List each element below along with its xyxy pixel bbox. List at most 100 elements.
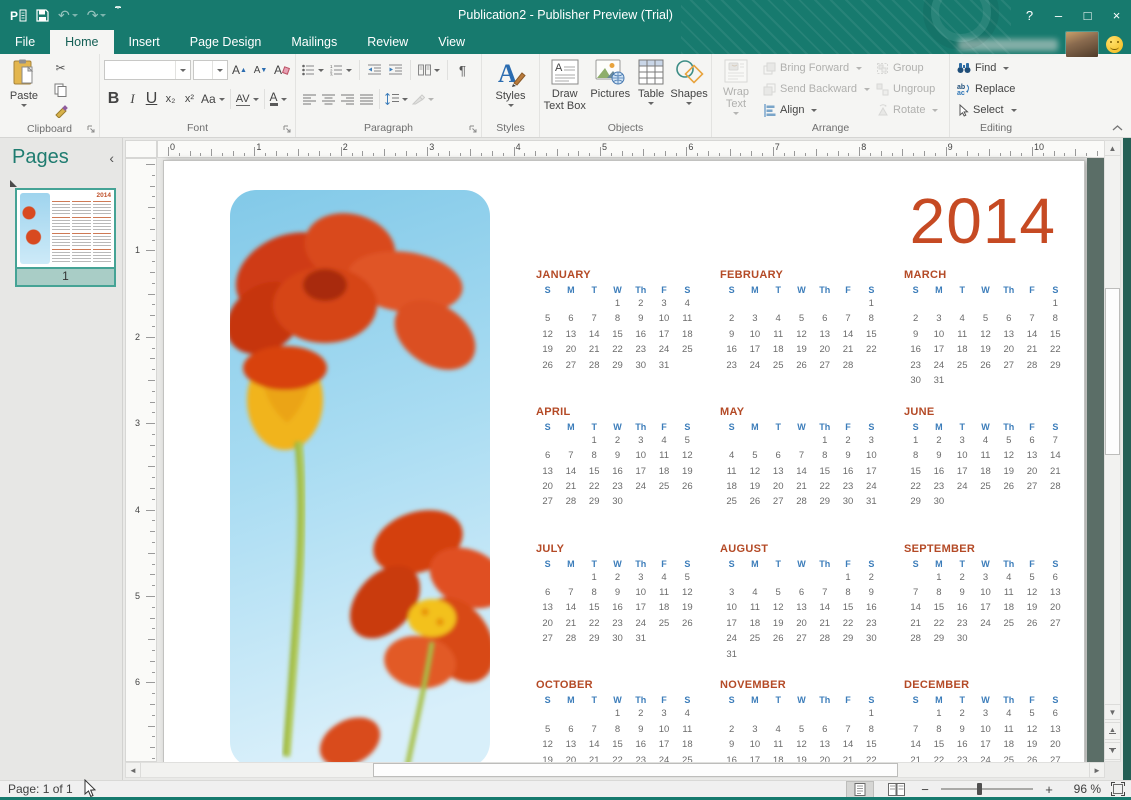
horizontal-scrollbar-thumb[interactable] <box>373 763 898 777</box>
collapse-pages-panel-icon[interactable]: ‹ <box>109 150 114 166</box>
tab-home[interactable]: Home <box>50 30 113 54</box>
font-dialog-launcher-icon[interactable] <box>283 125 292 134</box>
save-button[interactable] <box>36 0 49 30</box>
select-dropdown-icon[interactable] <box>1011 109 1017 112</box>
special-characters-button[interactable]: ¶ <box>453 59 472 81</box>
styles-button[interactable]: A Styles <box>487 57 535 121</box>
paste-button[interactable]: Paste <box>3 57 45 122</box>
styles-dropdown-icon[interactable] <box>508 104 514 107</box>
collapse-ribbon-icon[interactable] <box>1112 125 1123 131</box>
redo-button[interactable]: ↷ <box>87 0 107 30</box>
shrink-font-button[interactable]: A▼ <box>251 59 270 81</box>
scroll-right-button[interactable]: ► <box>1089 762 1105 778</box>
vertical-scrollbar-thumb[interactable] <box>1105 288 1120 455</box>
zoom-out-button[interactable]: − <box>919 782 931 797</box>
zoom-slider[interactable] <box>941 788 1033 790</box>
character-spacing-button[interactable]: AV <box>234 88 261 110</box>
underline-button[interactable]: U <box>142 88 161 110</box>
tab-insert[interactable]: Insert <box>114 30 175 54</box>
bullets-dropdown-icon[interactable] <box>318 69 324 72</box>
calendar-year-title[interactable]: 2014 <box>910 189 1056 253</box>
flower-photo[interactable] <box>230 190 490 764</box>
increase-indent-button[interactable] <box>386 59 405 81</box>
copy-button[interactable] <box>49 79 72 100</box>
pictures-button[interactable]: Pictures <box>589 57 633 121</box>
font-size-combobox[interactable] <box>193 60 228 80</box>
minimize-button[interactable]: – <box>1044 0 1073 30</box>
align-center-button[interactable] <box>319 88 338 110</box>
borders-dropdown-icon[interactable] <box>428 98 434 101</box>
vertical-ruler[interactable]: 1234567 <box>125 158 157 762</box>
scroll-up-button[interactable]: ▲ <box>1104 140 1121 156</box>
grow-font-button[interactable]: A▲ <box>230 59 249 81</box>
bullets-button[interactable] <box>300 59 326 81</box>
zoom-in-button[interactable]: + <box>1043 782 1055 797</box>
select-button[interactable]: Select <box>957 100 1017 120</box>
help-button[interactable]: ? <box>1015 0 1044 30</box>
horizontal-ruler[interactable]: 012345678910 <box>157 140 1121 158</box>
tab-review[interactable]: Review <box>352 30 423 54</box>
table-button[interactable]: Table <box>634 57 668 121</box>
send-backward-button[interactable]: Send Backward <box>763 79 870 99</box>
find-dropdown-icon[interactable] <box>1003 67 1009 70</box>
shapes-dropdown-icon[interactable] <box>686 102 692 105</box>
columns-button[interactable] <box>416 59 442 81</box>
customize-quick-access-button[interactable] <box>115 0 121 30</box>
zoom-level[interactable]: 96 % <box>1065 782 1101 796</box>
tab-page-design[interactable]: Page Design <box>175 30 277 54</box>
line-spacing-button[interactable] <box>383 88 410 110</box>
tab-view[interactable]: View <box>423 30 480 54</box>
cut-button[interactable]: ✂ <box>49 57 72 78</box>
wrap-text-button[interactable]: Wrap Text <box>715 57 757 121</box>
maximize-button[interactable]: □ <box>1073 0 1102 30</box>
clipboard-dialog-launcher-icon[interactable] <box>87 125 96 134</box>
format-painter-button[interactable] <box>49 101 72 122</box>
superscript-button[interactable]: x² <box>180 88 199 110</box>
page-thumbnail[interactable]: 2014 1 <box>15 188 116 287</box>
undo-button[interactable]: ↶ <box>58 0 78 30</box>
change-case-button[interactable]: Aa <box>199 88 227 110</box>
draw-text-box-button[interactable]: A Draw Text Box <box>543 57 587 121</box>
find-button[interactable]: Find <box>957 58 1017 78</box>
tab-file[interactable]: File <box>0 30 50 54</box>
pages-expand-triangle-icon[interactable] <box>10 180 17 187</box>
bold-button[interactable]: B <box>104 88 123 110</box>
two-page-spread-view-button[interactable] <box>883 782 909 797</box>
character-spacing-dropdown-icon[interactable] <box>253 98 259 101</box>
close-button[interactable]: × <box>1102 0 1131 30</box>
tab-mailings[interactable]: Mailings <box>276 30 352 54</box>
line-spacing-dropdown-icon[interactable] <box>402 98 408 101</box>
page-thumbnail-preview[interactable]: 2014 <box>15 188 116 269</box>
change-case-dropdown-icon[interactable] <box>219 98 225 101</box>
align-left-button[interactable] <box>300 88 319 110</box>
numbering-dropdown-icon[interactable] <box>346 69 352 72</box>
decrease-indent-button[interactable] <box>365 59 384 81</box>
bring-forward-button[interactable]: Bring Forward <box>763 58 870 78</box>
single-page-view-button[interactable] <box>847 782 873 797</box>
scroll-left-button[interactable]: ◄ <box>125 762 141 778</box>
feedback-smiley-icon[interactable] <box>1106 36 1123 53</box>
font-size-dropdown-icon[interactable] <box>217 69 223 72</box>
font-color-button[interactable]: A <box>268 88 289 110</box>
paste-dropdown-icon[interactable] <box>21 104 27 107</box>
numbering-button[interactable]: 123 <box>328 59 354 81</box>
scroll-down-button[interactable]: ▼ <box>1104 704 1121 720</box>
clear-formatting-button[interactable]: A <box>272 59 291 81</box>
justify-button[interactable] <box>357 88 376 110</box>
replace-button[interactable]: abacReplace <box>957 79 1017 99</box>
italic-button[interactable]: I <box>123 88 142 110</box>
page-thumbnail-label[interactable]: 1 <box>15 269 116 287</box>
align-right-button[interactable] <box>338 88 357 110</box>
font-name-dropdown-icon[interactable] <box>180 69 186 72</box>
subscript-button[interactable]: x₂ <box>161 88 180 110</box>
shapes-button[interactable]: Shapes <box>670 57 708 121</box>
columns-dropdown-icon[interactable] <box>434 69 440 72</box>
align-button[interactable]: Align <box>763 100 870 120</box>
group-button[interactable]: Group <box>876 58 938 78</box>
previous-page-button[interactable]: ▲ <box>1104 722 1121 740</box>
font-name-combobox[interactable] <box>104 60 191 80</box>
fit-page-button[interactable] <box>1111 782 1125 796</box>
table-dropdown-icon[interactable] <box>648 102 654 105</box>
avatar[interactable] <box>1066 32 1098 57</box>
paragraph-dialog-launcher-icon[interactable] <box>469 125 478 134</box>
